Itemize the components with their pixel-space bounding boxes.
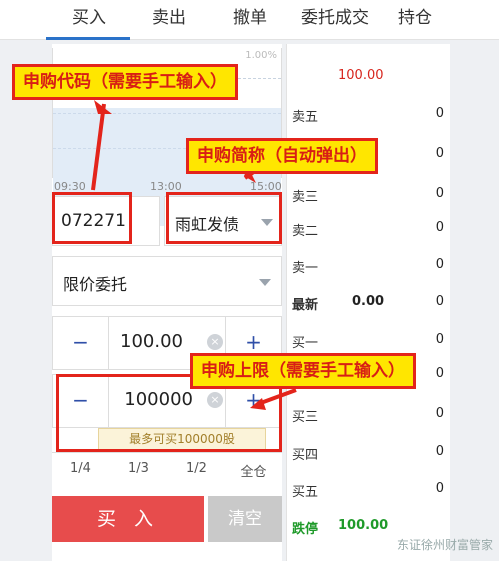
price-input[interactable]: 100.00 [93, 331, 183, 352]
fraction-third[interactable]: 1/3 [110, 461, 167, 476]
chart-pct-label: 1.00% [245, 50, 277, 61]
bid-row: 买三 0 [292, 406, 444, 425]
position-fraction-row: 1/4 1/3 1/2 全仓 [52, 452, 282, 486]
bid-row: 买四 0 [292, 444, 444, 463]
tab-sell[interactable]: 卖出 [124, 6, 214, 34]
annotation-code: 申购代码（需要手工输入） [12, 64, 238, 100]
tab-bar: 买入 卖出 撤单 委托成交 持仓 [0, 0, 499, 40]
latest-row: 最新 0.00 0 [292, 294, 444, 313]
tab-buy[interactable]: 买入 [44, 6, 134, 34]
annotation-name: 申购简称（自动弹出） [186, 138, 378, 174]
bid-row: 买五 0 [292, 481, 444, 500]
buy-button[interactable]: 买 入 [52, 496, 204, 542]
book-top-row: 100.00 [290, 68, 448, 88]
order-type-value: 限价委托 [63, 275, 128, 294]
ask-row: 卖五 0 [292, 106, 444, 125]
fraction-all[interactable]: 全仓 [225, 461, 282, 480]
limit-down-row: 跌停 100.00 [292, 518, 389, 537]
tab-cancel[interactable]: 撤单 [205, 6, 295, 34]
code-highlight-box [52, 192, 132, 244]
top-price: 100.00 [338, 68, 384, 83]
ask-row: 卖一 0 [292, 257, 444, 276]
tab-positions[interactable]: 持仓 [370, 6, 460, 34]
order-type-select[interactable]: 限价委托 [52, 256, 282, 306]
active-tab-indicator [46, 37, 130, 40]
ask-row: 卖二 0 [292, 220, 444, 239]
name-highlight-box [166, 192, 282, 244]
chevron-down-icon [259, 279, 271, 286]
clear-button[interactable]: 清空 [208, 496, 282, 542]
ask-row: 卖三 0 [292, 186, 444, 205]
fraction-half[interactable]: 1/2 [168, 461, 225, 476]
clear-price-icon[interactable]: × [207, 334, 223, 350]
bid-row: 买一 0 [292, 332, 444, 351]
fraction-quarter[interactable]: 1/4 [52, 461, 109, 476]
annotation-limit: 申购上限（需要手工输入） [190, 353, 416, 389]
watermark: 东证徐州财富管家 [396, 538, 493, 552]
